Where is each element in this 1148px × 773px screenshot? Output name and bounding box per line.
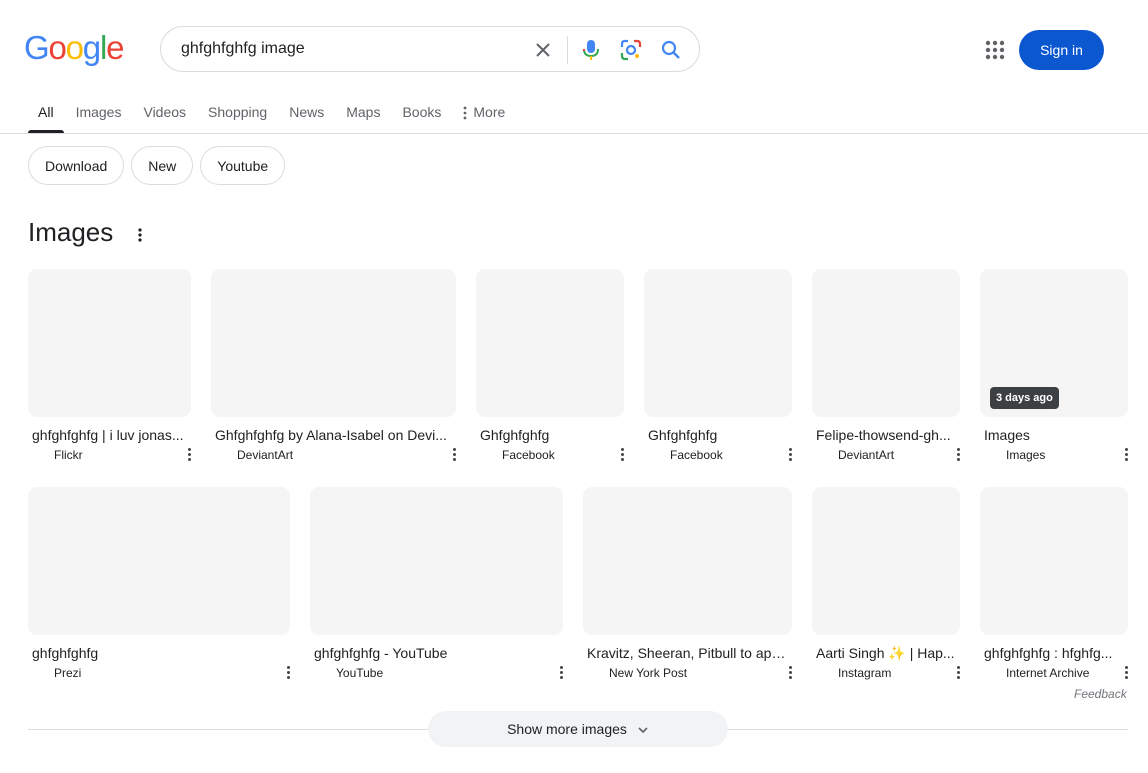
more-vert-icon[interactable] (185, 448, 193, 464)
image-title[interactable]: ghfghfghfg : hfghfg... (984, 645, 1124, 661)
clear-icon[interactable] (531, 38, 555, 62)
more-vert-icon[interactable] (954, 448, 962, 464)
more-vert-icon[interactable] (284, 666, 292, 682)
feedback-link[interactable]: Feedback (1074, 687, 1127, 701)
image-result: Kravitz, Sheeran, Pitbull to app... New … (583, 487, 792, 687)
tab-books[interactable]: Books (402, 96, 441, 133)
image-thumbnail[interactable] (310, 487, 563, 635)
more-vert-icon[interactable] (954, 666, 962, 682)
image-result: Aarti Singh ✨ | Hap... Instagram (812, 487, 960, 687)
image-title[interactable]: Kravitz, Sheeran, Pitbull to app... (587, 645, 787, 661)
image-source: DeviantArt (838, 448, 895, 462)
image-result: ghfghfghfg | i luv jonas... Flickr (28, 269, 191, 469)
more-vert-icon[interactable] (786, 448, 794, 464)
image-thumbnail[interactable] (644, 269, 792, 417)
search-tabs: All Images Videos Shopping News Maps Boo… (28, 96, 527, 133)
image-source: Internet Archive (1006, 666, 1090, 680)
more-vert-icon[interactable] (618, 448, 626, 464)
image-result: ghfghfghfg - YouTube YouTube (310, 487, 563, 687)
image-source: YouTube (336, 666, 384, 680)
image-title[interactable]: ghfghfghfg | i luv jonas... (32, 427, 187, 443)
image-thumbnail[interactable] (980, 487, 1128, 635)
more-vert-icon (463, 104, 467, 123)
image-result: Ghfghfghfg by Alana-Isabel on Devi... De… (211, 269, 456, 469)
tab-label: Videos (143, 104, 187, 120)
image-thumbnail[interactable] (812, 487, 960, 635)
image-source: Facebook (670, 448, 723, 462)
image-title[interactable]: ghfghfghfg (32, 645, 282, 661)
sign-in-button[interactable]: Sign in (1019, 30, 1104, 70)
more-vert-icon[interactable] (557, 666, 565, 682)
show-more-images-button[interactable]: Show more images (428, 711, 728, 747)
image-thumbnail[interactable] (211, 269, 456, 417)
image-title[interactable]: Ghfghfghfg by Alana-Isabel on Devi... (215, 427, 451, 443)
image-source: Facebook (502, 448, 555, 462)
tab-maps[interactable]: Maps (346, 96, 380, 133)
image-result: 3 days ago Images Images (980, 269, 1128, 469)
tab-more[interactable]: More (463, 96, 505, 133)
apps-grid-icon[interactable] (983, 38, 1007, 62)
tab-label: News (289, 104, 325, 120)
image-result: Ghfghfghfg Facebook (476, 269, 624, 469)
image-source: Flickr (54, 448, 83, 462)
image-thumbnail[interactable] (812, 269, 960, 417)
image-title[interactable]: Aarti Singh ✨ | Hap... (816, 645, 956, 662)
image-thumbnail[interactable] (28, 269, 191, 417)
search-box (160, 26, 700, 72)
microphone-icon[interactable] (579, 38, 603, 62)
filter-chips: Download New Youtube (28, 146, 286, 185)
search-divider (567, 36, 568, 64)
tab-images[interactable]: Images (76, 96, 122, 133)
tab-label: More (473, 104, 506, 120)
image-thumbnail[interactable] (583, 487, 792, 635)
more-vert-icon[interactable] (1122, 666, 1130, 682)
tab-label: All (38, 104, 54, 120)
lens-icon[interactable] (619, 38, 643, 62)
tab-label: Books (402, 104, 442, 120)
image-thumbnail[interactable] (28, 487, 290, 635)
image-result: ghfghfghfg : hfghfg... Internet Archive (980, 487, 1128, 687)
tabs-divider (0, 133, 1148, 134)
image-result: ghfghfghfg Prezi (28, 487, 290, 687)
image-source: Instagram (838, 666, 892, 680)
images-section-title: Images (28, 217, 114, 247)
image-title[interactable]: Images (984, 427, 1124, 443)
image-title[interactable]: Felipe-thowsend-gh... (816, 427, 956, 443)
tab-label: Shopping (208, 104, 268, 120)
image-source: DeviantArt (237, 448, 294, 462)
search-input[interactable] (181, 27, 511, 71)
image-title[interactable]: ghfghfghfg - YouTube (314, 645, 554, 661)
image-title[interactable]: Ghfghfghfg (648, 427, 788, 443)
chip-youtube[interactable]: Youtube (200, 146, 286, 185)
image-result: Ghfghfghfg Facebook (644, 269, 792, 469)
more-vert-icon[interactable] (450, 448, 458, 464)
image-source: Prezi (54, 666, 82, 680)
more-vert-icon[interactable] (132, 226, 148, 244)
show-more-label: Show more images (507, 721, 627, 737)
chip-download[interactable]: Download (28, 146, 125, 185)
image-thumbnail[interactable] (476, 269, 624, 417)
image-title[interactable]: Ghfghfghfg (480, 427, 620, 443)
google-logo[interactable]: Google (24, 31, 124, 64)
tab-label: Images (75, 104, 122, 120)
search-icon[interactable] (659, 38, 683, 62)
more-vert-icon[interactable] (786, 666, 794, 682)
chip-new[interactable]: New (131, 146, 194, 185)
image-source: New York Post (609, 666, 688, 680)
more-vert-icon[interactable] (1122, 448, 1130, 464)
image-source: Images (1006, 448, 1046, 462)
tab-shopping[interactable]: Shopping (208, 96, 267, 133)
date-badge: 3 days ago (990, 387, 1059, 409)
chevron-down-icon (637, 723, 649, 735)
tab-videos[interactable]: Videos (143, 96, 186, 133)
image-result: Felipe-thowsend-gh... DeviantArt (812, 269, 960, 469)
tab-all[interactable]: All (28, 96, 64, 133)
tab-news[interactable]: News (289, 96, 324, 133)
tab-label: Maps (346, 104, 381, 120)
